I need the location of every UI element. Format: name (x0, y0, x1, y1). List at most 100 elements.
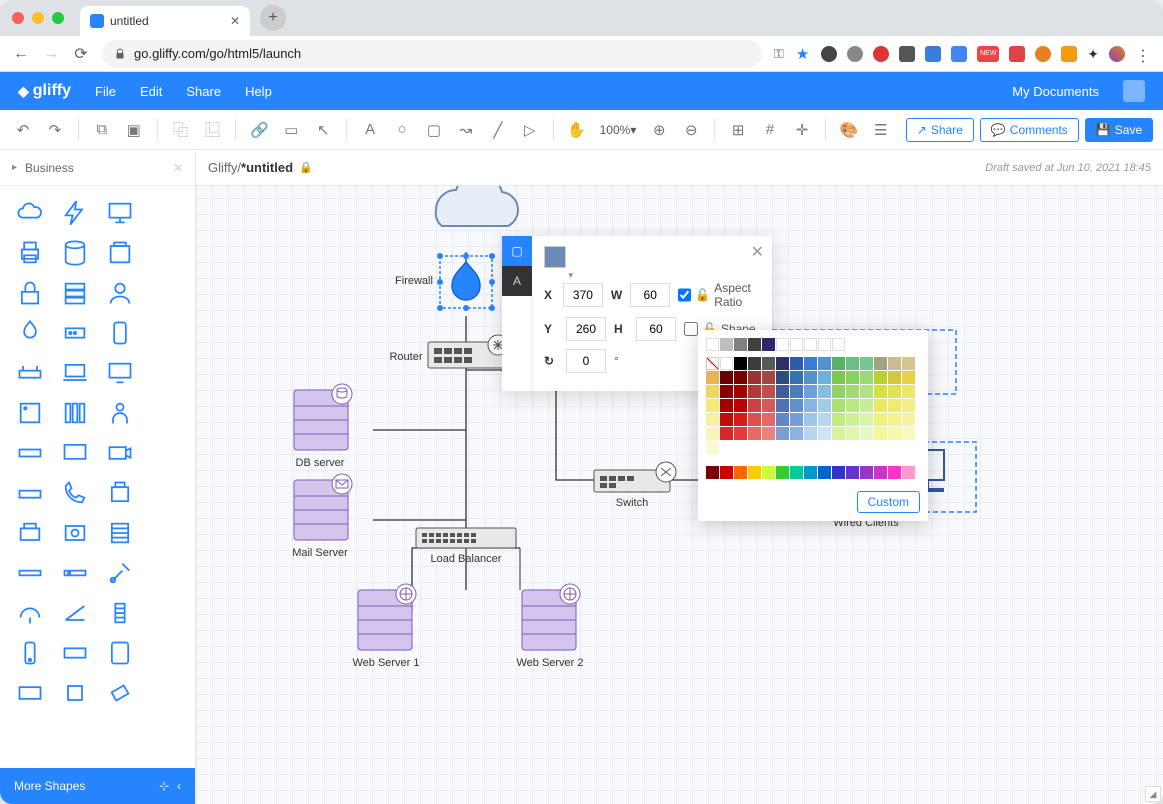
menu-help[interactable]: Help (245, 84, 272, 99)
color-swatch[interactable] (902, 385, 915, 398)
color-swatch[interactable] (846, 371, 859, 384)
rotation-input[interactable] (566, 349, 606, 373)
ext-icon[interactable] (925, 46, 941, 62)
color-swatch[interactable] (888, 357, 901, 370)
pan-tool[interactable]: ✋ (564, 116, 590, 144)
color-swatch[interactable] (846, 357, 859, 370)
database-shape[interactable] (53, 234, 96, 272)
color-swatch[interactable] (818, 371, 831, 384)
color-swatch[interactable] (902, 357, 915, 370)
menu-share[interactable]: Share (186, 84, 221, 99)
color-swatch[interactable] (874, 371, 887, 384)
color-swatch[interactable] (860, 357, 873, 370)
color-swatch[interactable] (776, 413, 789, 426)
custom-color-button[interactable]: Custom (857, 491, 920, 513)
printer2-shape[interactable] (8, 514, 51, 552)
color-swatch[interactable] (734, 338, 747, 351)
fill-swatch[interactable] (544, 246, 566, 268)
color-swatch[interactable] (832, 357, 845, 370)
ext-icon[interactable] (873, 46, 889, 62)
ext-icon[interactable] (1061, 46, 1077, 62)
firewall-shape[interactable] (8, 314, 51, 352)
padlock-shape[interactable] (8, 274, 51, 312)
color-swatch[interactable] (706, 441, 719, 454)
sidebar-category-header[interactable]: ▸ Business ✕ (0, 150, 195, 186)
color-swatch[interactable] (902, 413, 915, 426)
color-swatch[interactable] (804, 357, 817, 370)
color-swatch[interactable] (860, 466, 873, 479)
rect-tool[interactable]: ▢ (421, 116, 447, 144)
url-bar[interactable]: go.gliffy.com/go/html5/launch (102, 40, 762, 68)
web-server-2-node[interactable]: Web Server 2 (516, 548, 583, 669)
scanner-shape[interactable] (53, 594, 96, 632)
color-swatch[interactable] (846, 427, 859, 440)
ext-icon[interactable] (1009, 46, 1025, 62)
color-swatch[interactable] (762, 399, 775, 412)
lightning-shape[interactable] (53, 194, 96, 232)
color-swatch[interactable] (748, 427, 761, 440)
color-swatch[interactable] (776, 466, 789, 479)
minimize-window[interactable] (32, 12, 44, 24)
back-button[interactable]: ← (12, 45, 30, 63)
load-balancer-node[interactable]: Load Balancer (416, 528, 516, 565)
camera-shape[interactable] (99, 434, 142, 472)
zoom-in[interactable]: ⊕ (646, 116, 672, 144)
browser-tab[interactable]: untitled ✕ (80, 6, 250, 36)
color-swatch[interactable] (762, 413, 775, 426)
save-button[interactable]: 💾 Save (1085, 118, 1153, 142)
color-swatch[interactable] (860, 371, 873, 384)
color-swatch[interactable] (720, 427, 733, 440)
color-swatch[interactable] (748, 371, 761, 384)
color-swatch[interactable] (734, 357, 747, 370)
paste-button[interactable]: ▣ (121, 116, 147, 144)
aspect-checkbox[interactable] (678, 288, 691, 302)
color-swatch[interactable] (832, 371, 845, 384)
keyboard-shape[interactable] (53, 634, 96, 672)
color-swatch[interactable] (832, 413, 845, 426)
color-swatch[interactable] (804, 399, 817, 412)
color-swatch[interactable] (818, 466, 831, 479)
color-swatch[interactable] (762, 357, 775, 370)
document-title[interactable]: *untitled (241, 160, 293, 175)
reload-button[interactable]: ⟳ (72, 45, 90, 63)
forward-button[interactable]: → (42, 45, 60, 63)
color-swatch[interactable] (720, 399, 733, 412)
color-swatch[interactable] (860, 399, 873, 412)
color-swatch[interactable] (734, 385, 747, 398)
group-button[interactable]: ⿻ (168, 116, 194, 144)
color-swatch[interactable] (888, 371, 901, 384)
color-swatch[interactable] (818, 427, 831, 440)
hdd-shape[interactable] (53, 514, 96, 552)
color-swatch[interactable] (804, 466, 817, 479)
color-swatch[interactable] (860, 413, 873, 426)
color-swatch[interactable] (734, 427, 747, 440)
color-swatch[interactable] (874, 385, 887, 398)
zoom-level[interactable]: 100%▾ (596, 123, 641, 137)
color-swatch[interactable] (748, 357, 761, 370)
person-shape[interactable] (99, 394, 142, 432)
copy-button[interactable]: ⧉ (89, 116, 115, 144)
fax-shape[interactable] (99, 234, 142, 272)
color-swatch[interactable] (762, 466, 775, 479)
color-swatch[interactable] (734, 413, 747, 426)
color-swatch[interactable] (846, 413, 859, 426)
color-swatch[interactable] (748, 338, 761, 351)
pointer-tool[interactable]: ▷ (517, 116, 543, 144)
satellite-shape[interactable] (99, 554, 142, 592)
close-icon[interactable]: ✕ (751, 242, 764, 262)
color-swatch[interactable] (888, 385, 901, 398)
color-swatch[interactable] (776, 357, 789, 370)
y-input[interactable] (566, 317, 606, 341)
cloud-shape[interactable] (8, 194, 51, 232)
color-swatch[interactable] (748, 399, 761, 412)
color-swatch[interactable] (734, 466, 747, 479)
desktop-shape[interactable] (99, 194, 142, 232)
theme-button[interactable]: 🎨 (836, 116, 862, 144)
color-swatch[interactable] (902, 427, 915, 440)
color-swatch[interactable] (832, 338, 845, 351)
w-input[interactable] (630, 283, 670, 307)
color-swatch[interactable] (790, 357, 803, 370)
color-swatch[interactable] (720, 357, 733, 370)
ungroup-button[interactable]: ⿺ (200, 116, 226, 144)
color-swatch[interactable] (804, 338, 817, 351)
